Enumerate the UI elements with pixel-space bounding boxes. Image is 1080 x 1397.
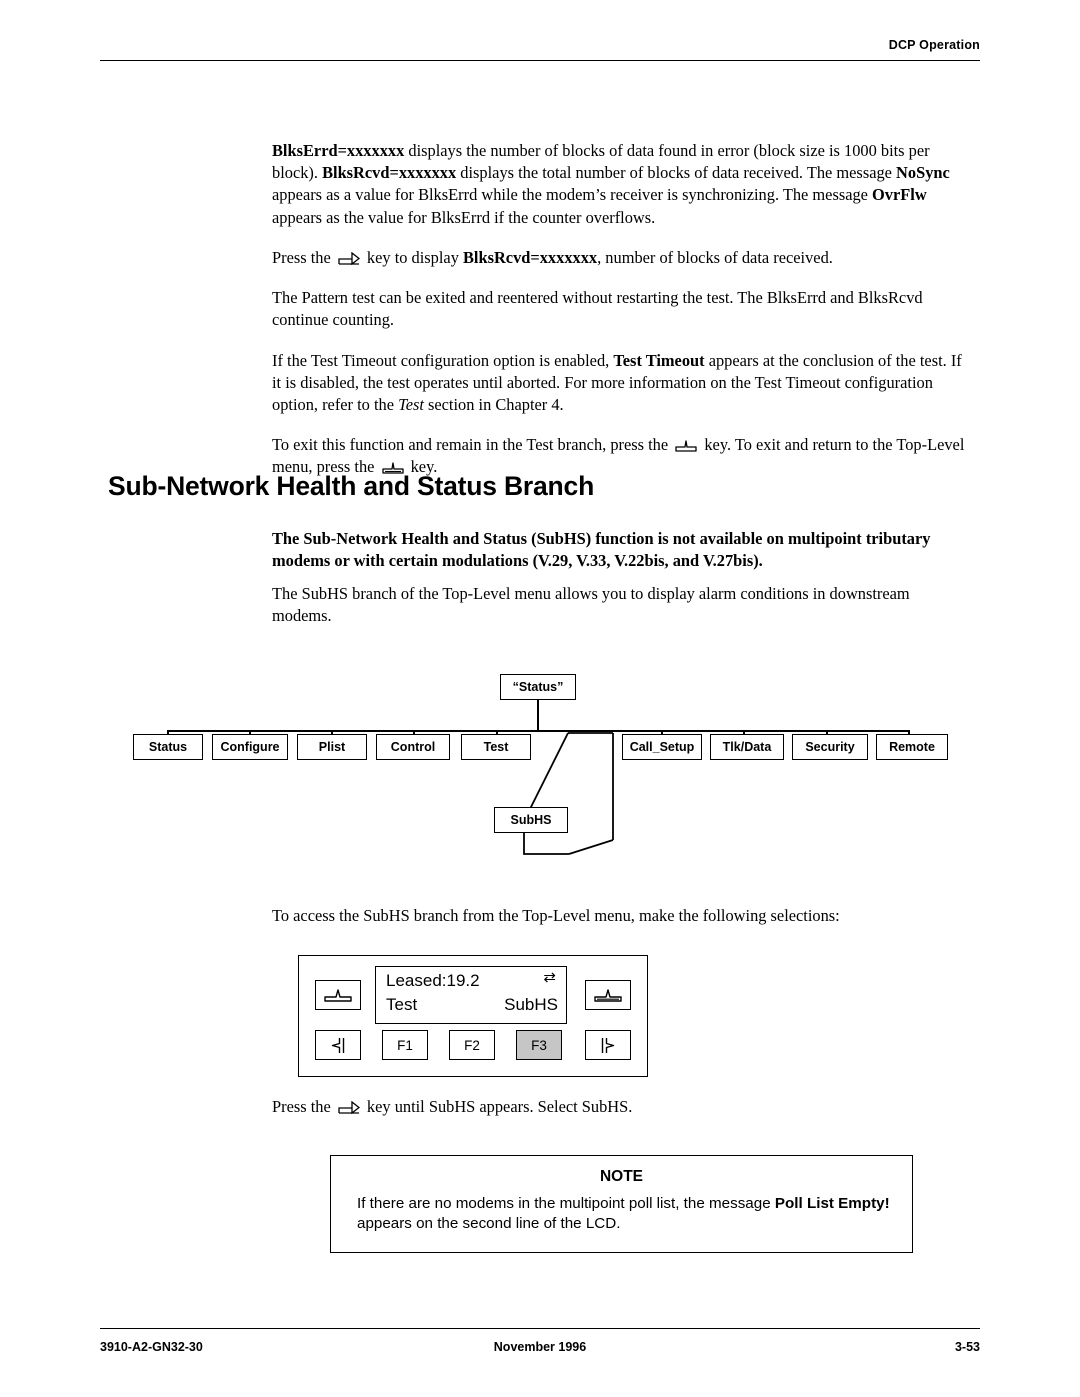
note-body-text1: If there are no modems in the multipoint… xyxy=(357,1195,775,1212)
diagram-node-subhs[interactable]: SubHS xyxy=(494,807,568,833)
diagram-node-tlk-data[interactable]: Tlk/Data xyxy=(710,734,784,760)
home-arrow-icon xyxy=(594,988,622,1002)
term-ovrflw: OvrFlw xyxy=(872,185,927,205)
right-arrow-key[interactable] xyxy=(585,1030,631,1060)
lcd-line-2-right: SubHS xyxy=(504,995,558,1014)
footer-divider xyxy=(100,1328,980,1329)
right-arrow-key-icon-2 xyxy=(338,1101,360,1114)
note-title: NOTE xyxy=(599,1168,644,1185)
lcd-display: Leased:19.2 ⇄ Test SubHS xyxy=(375,966,567,1024)
paragraph-blkserrd-text4: appears as the value for BlksErrd if the… xyxy=(272,207,656,227)
note-body-bold: Poll List Empty! xyxy=(774,1195,890,1212)
diagram-subhs-connector xyxy=(523,732,614,855)
paragraph-blkserrd-text3: appears as a value for BlksErrd while th… xyxy=(272,185,873,205)
term-test-timeout: Test Timeout xyxy=(613,350,705,370)
menu-tree-diagram: “Status” Status Configure Plist Control … xyxy=(100,660,980,890)
body-text-column: BlksErrd=xxxxxxx displays the number of … xyxy=(272,140,972,497)
paragraph-press-until-subhs: Press the key until SubHS appears. Selec… xyxy=(272,1097,972,1117)
paragraph-access-subhs: To access the SubHS branch from the Top-… xyxy=(272,906,840,925)
page-header-title: DCP Operation xyxy=(888,38,980,52)
note-body-text2: appears on the second line of the LCD. xyxy=(357,1215,621,1233)
paragraph-test-timeout-text3: section in Chapter 4. xyxy=(423,394,564,414)
left-arrow-key[interactable] xyxy=(315,1030,361,1060)
diagram-node-security[interactable]: Security xyxy=(792,734,868,760)
right-arrow-icon xyxy=(601,1037,615,1053)
paragraph-press-key-text1: Press the xyxy=(272,247,335,267)
section-intro-paragraph: The SubHS branch of the Top-Level menu a… xyxy=(272,584,910,626)
right-arrow-key-icon xyxy=(338,251,360,265)
left-arrow-icon xyxy=(331,1037,345,1053)
document-page: DCP Operation BlksErrd=xxxxxxx displays … xyxy=(0,0,1080,1397)
diagram-node-configure[interactable]: Configure xyxy=(212,734,288,760)
lcd-line-2-left: Test xyxy=(386,995,418,1014)
up-arrow-icon xyxy=(324,988,352,1002)
paragraph-test-timeout: If the Test Timeout configuration option… xyxy=(272,350,972,417)
modem-front-panel: Leased:19.2 ⇄ Test SubHS F1 F2 F3 xyxy=(298,955,648,1077)
up-arrow-key[interactable] xyxy=(315,980,361,1010)
home-arrow-key[interactable] xyxy=(585,980,631,1010)
term-test-italic: Test xyxy=(398,394,424,414)
note-box: NOTE If there are no modems in the multi… xyxy=(330,1155,913,1253)
lcd-scroll-indicator-icon: ⇄ xyxy=(543,969,556,986)
header-divider xyxy=(100,60,980,61)
paragraph-test-timeout-text1: If the Test Timeout configuration option… xyxy=(272,350,614,370)
function-key-f1[interactable]: F1 xyxy=(382,1030,428,1060)
diagram-node-plist[interactable]: Plist xyxy=(297,734,367,760)
paragraph-exit-text1: To exit this function and remain in the … xyxy=(272,435,673,455)
paragraph-pattern-test: The Pattern test can be exited and reent… xyxy=(272,288,923,330)
paragraph-press-key-text2: key to display xyxy=(362,247,463,267)
term-blksrcvd: BlksRcvd=xxxxxxx xyxy=(322,163,457,183)
term-blksrcvd-2: BlksRcvd=xxxxxxx xyxy=(462,247,598,267)
section-bold-note: The Sub-Network Health and Status (SubHS… xyxy=(272,529,931,571)
function-key-f2[interactable]: F2 xyxy=(449,1030,495,1060)
paragraph-blkserrd-text2: displays the total number of blocks of d… xyxy=(456,163,897,183)
paragraph-press-key-text3: , number of blocks of data received. xyxy=(597,247,833,267)
footer-page-number: 3-53 xyxy=(954,1340,980,1354)
note-body: If there are no modems in the multipoint… xyxy=(357,1194,890,1234)
section-title: Sub-Network Health and Status Branch xyxy=(108,471,595,501)
up-arrow-key-icon xyxy=(675,439,697,452)
footer-date: November 1996 xyxy=(493,1340,587,1354)
diagram-node-root: “Status” xyxy=(500,674,576,700)
lcd-line-1: Leased:19.2 xyxy=(386,971,480,990)
paragraph-press-until-text1: Press the xyxy=(272,1097,335,1116)
paragraph-press-until-text2: key until SubHS appears. Select SubHS. xyxy=(362,1097,633,1116)
paragraph-blkserrd: BlksErrd=xxxxxxx displays the number of … xyxy=(272,140,972,229)
diagram-node-status[interactable]: Status xyxy=(133,734,203,760)
diagram-node-control[interactable]: Control xyxy=(376,734,450,760)
diagram-node-remote[interactable]: Remote xyxy=(876,734,948,760)
paragraph-press-key: Press the key to display BlksRcvd=xxxxxx… xyxy=(272,247,972,269)
function-key-f3[interactable]: F3 xyxy=(516,1030,562,1060)
term-nosync: NoSync xyxy=(896,163,950,183)
term-blkserrd: BlksErrd=xxxxxxx xyxy=(272,141,405,160)
